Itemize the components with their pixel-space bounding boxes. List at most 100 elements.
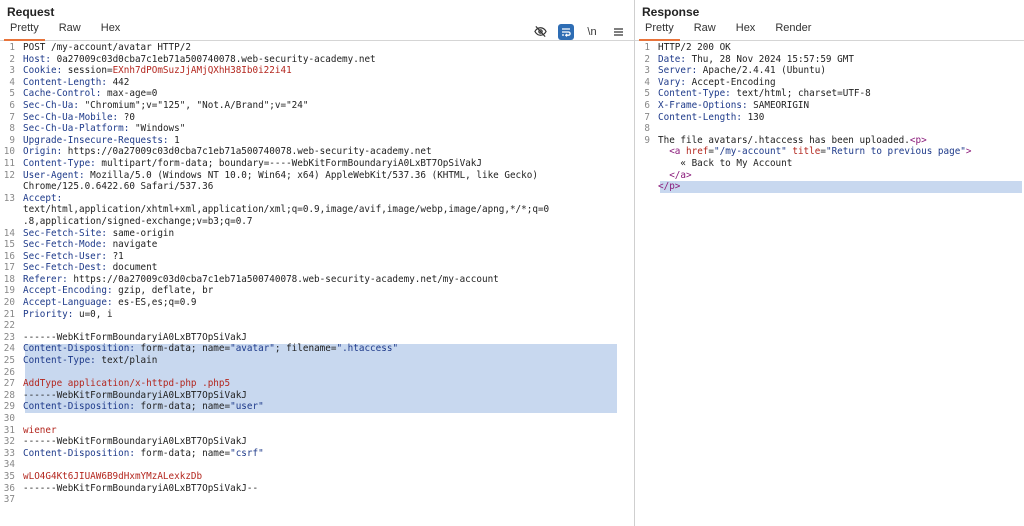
line-number: 30 [3, 413, 15, 424]
code-token: Sec-Fetch-Site: [23, 227, 113, 239]
code-line: 6 Sec-Ch-Ua: "Chromium";v="125", "Not.A/B… [0, 100, 634, 112]
line-text: « Back to My Account [658, 158, 1024, 170]
request-body[interactable]: 1 POST /my-account/avatar HTTP/2 2 Host: 0a… [0, 42, 634, 526]
code-token: <a [669, 146, 686, 158]
code-line: 1 HTTP/2 200 OK [635, 42, 1024, 54]
line-number: 7 [9, 111, 15, 123]
code-line: 10 Origin: https://0a27009c03d0cba7c1eb71… [0, 146, 634, 158]
line-text [23, 459, 634, 471]
code-token: 130 [747, 111, 765, 123]
code-line: 22 [0, 320, 634, 332]
code-line: 4 Content-Length: 442 [0, 77, 634, 89]
line-number: 6 [644, 99, 650, 111]
code-token: EXnh7dPOmSuzJjAMjQXhH38Ib0i22i41 [112, 65, 292, 77]
request-toolbar: \n [532, 22, 626, 41]
code-line: 26 [0, 367, 634, 379]
tab-request-raw[interactable]: Raw [49, 21, 91, 40]
line-number: 1 [9, 42, 15, 53]
line-number: 3 [644, 65, 650, 77]
response-title: Response [642, 5, 700, 19]
http-editor: Request Pretty Raw Hex \n 1 POST /my-acco… [0, 0, 1024, 526]
line-text: .8,application/signed-exchange;v=b3;q=0.… [23, 216, 634, 228]
code-token: Sec-Ch-Ua: [23, 99, 85, 111]
line-text: Sec-Ch-Ua-Platform: "Windows" [23, 123, 634, 135]
code-token: Upgrade-Insecure-Requests: [23, 134, 175, 146]
code-line: 36 ------WebKitFormBoundaryiA0LxBT7OpSiVa… [0, 483, 634, 495]
code-line: 3 Cookie: session=EXnh7dPOmSuzJjAMjQXhH38… [0, 65, 634, 77]
code-line: 37 [0, 494, 634, 506]
line-number: 29 [3, 401, 15, 413]
line-text: The file avatars/.htaccess has been uplo… [658, 135, 1024, 147]
wrap-lines-icon[interactable] [558, 23, 574, 40]
code-token: Chrome/125.0.6422.60 Safari/537.36 [23, 181, 214, 193]
line-number: 5 [644, 88, 650, 100]
response-body[interactable]: 1 HTTP/2 200 OK 2 Date: Thu, 28 Nov 2024 15… [635, 42, 1024, 526]
code-line: 17 Sec-Fetch-Dest: document [0, 262, 634, 274]
line-text: Cookie: session=EXnh7dPOmSuzJjAMjQXhH38I… [23, 65, 634, 77]
line-text: Chrome/125.0.6422.60 Safari/537.36 [23, 181, 634, 193]
line-number [0, 204, 23, 216]
code-line: 2 Date: Thu, 28 Nov 2024 15:57:59 GMT [635, 54, 1024, 66]
code-token: POST /my-account/avatar HTTP/2 [23, 42, 191, 53]
code-line: « Back to My Account [635, 158, 1024, 170]
code-token: X-Frame-Options: [658, 99, 754, 111]
code-token: "csrf" [230, 447, 264, 459]
line-number: 1 [644, 42, 650, 53]
code-token: Referer: [23, 273, 74, 285]
line-text: </a> [658, 170, 1024, 182]
line-text: Origin: https://0a27009c03d0cba7c1eb71a5… [23, 146, 634, 158]
line-text: Sec-Fetch-Site: same-origin [23, 228, 634, 240]
code-line: 9 The file avatars/.htaccess has been upl… [635, 135, 1024, 147]
code-line: 20 Accept-Language: es-ES,es;q=0.9 [0, 297, 634, 309]
code-token: </a> [669, 169, 692, 181]
code-token: Apache/2.4.41 (Ubuntu) [702, 65, 826, 77]
line-text: Date: Thu, 28 Nov 2024 15:57:59 GMT [658, 54, 1024, 66]
code-token: session= [67, 65, 113, 77]
line-number [0, 216, 23, 228]
code-line: 5 Content-Type: text/html; charset=UTF-8 [635, 88, 1024, 100]
tab-response-raw[interactable]: Raw [684, 21, 726, 40]
code-line: 19 Accept-Encoding: gzip, deflate, br [0, 285, 634, 297]
tab-request-hex[interactable]: Hex [91, 21, 131, 40]
request-title: Request [7, 5, 55, 19]
line-text: HTTP/2 200 OK [658, 42, 1024, 54]
tab-response-hex[interactable]: Hex [726, 21, 766, 40]
code-token: "Windows" [134, 123, 186, 135]
line-text: wiener [23, 425, 634, 437]
code-token: HTTP/2 200 OK [658, 42, 731, 53]
code-line: 2 Host: 0a27009c03d0cba7c1eb71a500740078.… [0, 54, 634, 66]
tab-response-render[interactable]: Render [765, 21, 821, 40]
code-line: 5 Cache-Control: max-age=0 [0, 88, 634, 100]
line-number: 15 [3, 239, 15, 251]
menu-icon[interactable] [610, 24, 626, 40]
line-number: 33 [3, 447, 15, 459]
line-number: 20 [3, 297, 15, 309]
eye-slash-icon[interactable] [532, 24, 548, 40]
code-token: Accept-Encoding: [23, 285, 119, 297]
line-number: 17 [3, 262, 15, 274]
code-token: form-data; name= [140, 447, 231, 459]
newline-toggle[interactable]: \n [584, 24, 600, 40]
code-token: 0a27009c03d0cba7c1eb71a500740078.web-sec… [56, 53, 376, 65]
line-number: 35 [3, 470, 15, 482]
line-text: <a href="/my-account" title="Return to p… [658, 146, 1024, 158]
code-token: Accept-Encoding [691, 76, 776, 88]
code-line: 21 Priority: u=0, i [0, 309, 634, 321]
code-token: </p> [658, 181, 681, 193]
line-number: 37 [3, 494, 15, 506]
code-line: 8 Sec-Ch-Ua-Platform: "Windows" [0, 123, 634, 135]
line-number: 22 [3, 320, 15, 332]
line-text: Content-Type: text/html; charset=UTF-8 [658, 88, 1024, 100]
tab-response-pretty[interactable]: Pretty [635, 21, 684, 41]
line-number: 9 [644, 134, 650, 146]
code-token: Accept-Language: [23, 297, 119, 309]
code-line: 35 wLO4G4Kt6JIUAW6B9dHxmYMzALexkzDb [0, 471, 634, 483]
tab-request-pretty[interactable]: Pretty [0, 21, 49, 41]
line-number [0, 181, 23, 193]
line-text [23, 494, 634, 506]
code-token: gzip, deflate, br [118, 285, 214, 297]
line-number: 2 [644, 53, 650, 65]
code-token: Content-Disposition: [23, 447, 141, 459]
line-text [658, 123, 1024, 135]
